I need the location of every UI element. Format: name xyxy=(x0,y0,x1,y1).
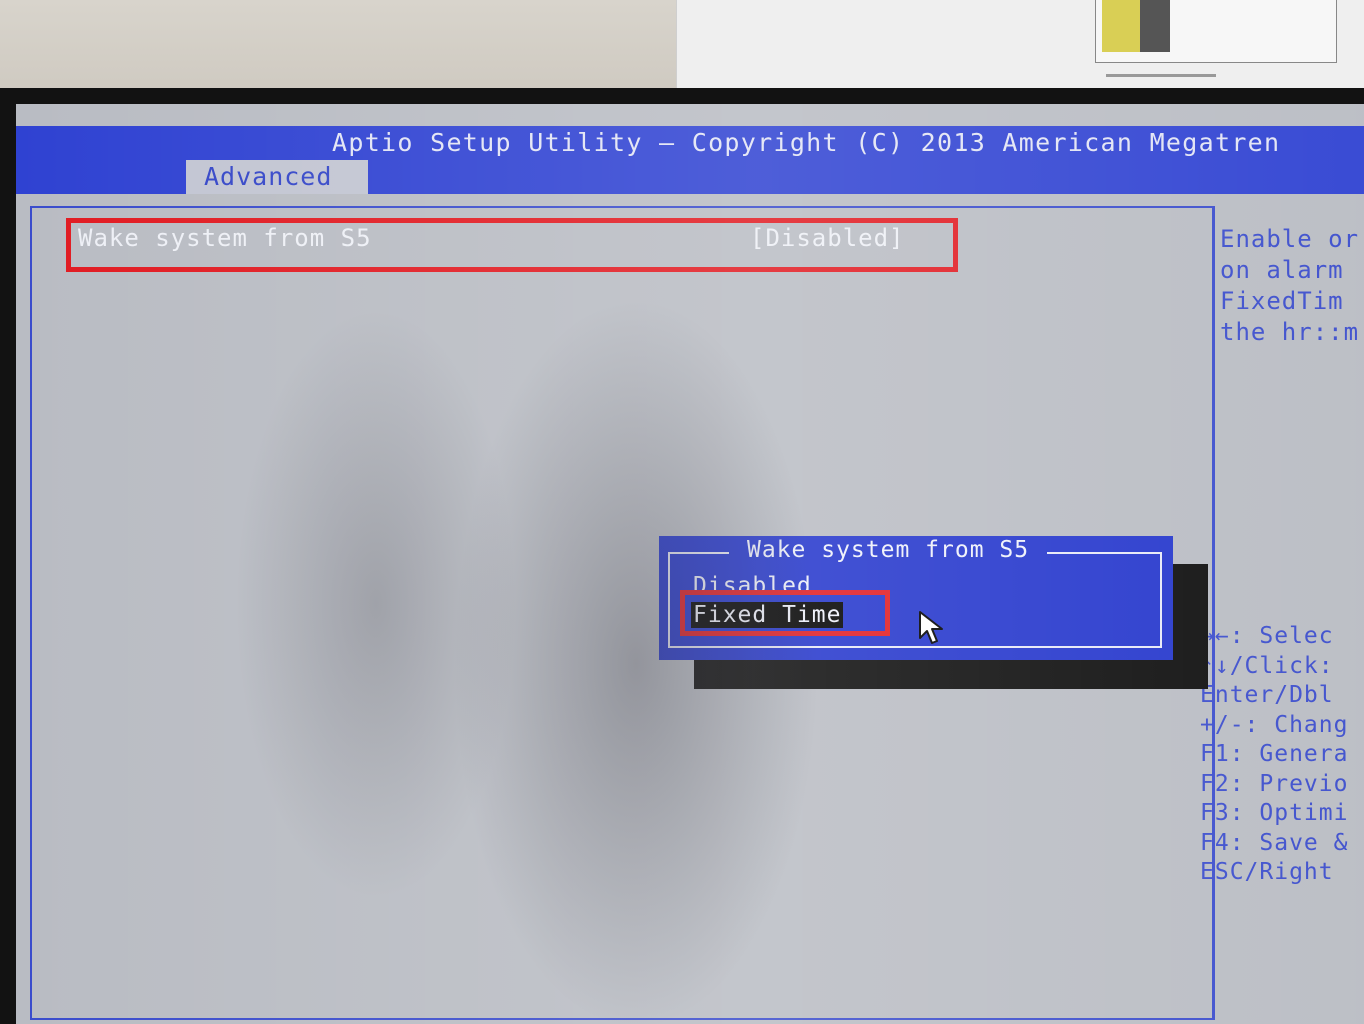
bios-screen: Aptio Setup Utility – Copyright (C) 2013… xyxy=(16,104,1364,1024)
help-line: FixedTim xyxy=(1220,287,1344,315)
annotation-box-setting xyxy=(66,218,958,272)
key-help-line: →←: Selec xyxy=(1200,623,1334,649)
key-help-line: F3: Optimi xyxy=(1200,800,1349,826)
paper-printout xyxy=(1095,0,1337,77)
tab-advanced[interactable]: Advanced xyxy=(186,160,368,194)
key-help-line: +/-: Chang xyxy=(1200,711,1349,738)
help-panel-divider xyxy=(1212,206,1215,1020)
key-help-line: F4: Save & xyxy=(1200,829,1349,856)
printout-text-line xyxy=(1106,74,1216,77)
key-help-line: ↑↓/Click: xyxy=(1200,652,1334,679)
key-help-list: →←: Selec ↑↓/Click: Enter/Dbl +/-: Chang… xyxy=(1200,622,1348,888)
bios-title: Aptio Setup Utility – Copyright (C) 2013… xyxy=(332,128,1281,157)
mouse-pointer-icon xyxy=(919,611,943,644)
printout-yellow-block xyxy=(1102,0,1140,52)
key-help-line: Enter/Dbl xyxy=(1200,682,1334,708)
popup-title: Wake system from S5 xyxy=(729,537,1048,563)
help-description: Enable or on alarm FixedTim the hr::m xyxy=(1220,224,1359,348)
help-line: Enable or xyxy=(1220,225,1360,253)
key-help-line: F2: Previo xyxy=(1200,770,1349,797)
help-line: the hr::m xyxy=(1220,318,1360,346)
help-line: on alarm xyxy=(1220,256,1344,284)
key-help-line: ESC/Right xyxy=(1200,859,1334,885)
key-help-line: F1: Genera xyxy=(1200,741,1349,767)
annotation-box-option xyxy=(680,590,890,636)
printout-dark-block xyxy=(1140,0,1170,52)
